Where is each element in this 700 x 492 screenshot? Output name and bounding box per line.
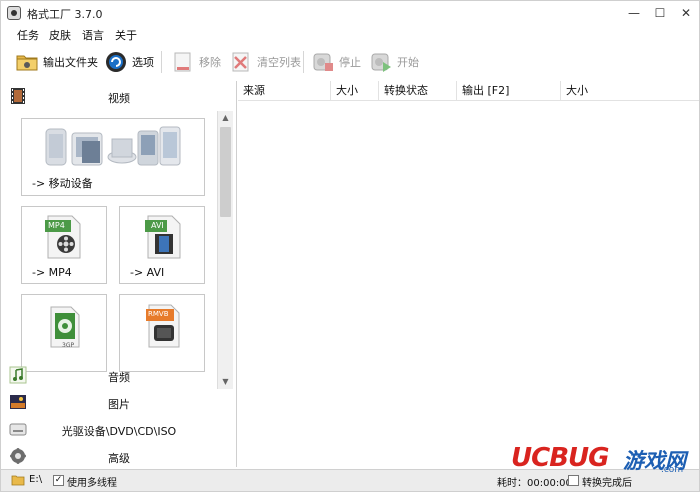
stop-button[interactable]: 停止 xyxy=(311,48,361,76)
category-audio[interactable]: 音频 xyxy=(1,362,237,388)
remove-icon xyxy=(174,52,191,72)
window-title: 格式工厂 3.7.0 xyxy=(27,8,103,21)
tile-mp4[interactable]: MP4 -> MP4 xyxy=(21,206,107,284)
folder-icon[interactable] xyxy=(11,473,25,487)
tile-3gp[interactable]: 3GP xyxy=(21,294,107,372)
category-picture-label: 图片 xyxy=(108,398,130,411)
close-button[interactable]: ✕ xyxy=(675,4,697,22)
category-video-label: 视频 xyxy=(108,92,130,105)
scroll-up-icon[interactable]: ▲ xyxy=(218,111,233,125)
rmvb-badge: RMVB xyxy=(148,310,169,318)
column-output-size[interactable]: 大小 xyxy=(561,81,699,101)
clear-list-icon xyxy=(232,52,249,72)
3gp-badge: 3GP xyxy=(62,342,75,349)
format-panel: 视频 -> 移动设备 MP4 -> MP4 AVI -> AVI 3GP RMV… xyxy=(1,81,237,467)
menu-tasks[interactable]: 任务 xyxy=(17,27,39,43)
toolbar-separator xyxy=(303,51,304,73)
toolbar: 输出文件夹 选项 移除 清空列表 停止 开始 xyxy=(1,45,699,79)
start-icon xyxy=(371,53,391,72)
start-label: 开始 xyxy=(397,56,419,69)
category-advanced[interactable]: 高级 xyxy=(1,443,237,469)
tile-mobile-device[interactable]: -> 移动设备 xyxy=(21,118,205,196)
category-advanced-label: 高级 xyxy=(108,452,130,465)
title-bar: 格式工厂 3.7.0 — ☐ ✕ xyxy=(1,1,699,25)
options-button[interactable]: 选项 xyxy=(104,48,154,76)
mp4-badge: MP4 xyxy=(48,221,65,230)
column-size[interactable]: 大小 xyxy=(331,81,379,101)
output-folder-label: 输出文件夹 xyxy=(43,56,98,69)
multithread-label: 使用多线程 xyxy=(67,478,117,489)
output-folder-button[interactable]: 输出文件夹 xyxy=(15,48,98,76)
toolbar-separator xyxy=(161,51,162,73)
mobile-devices-icon xyxy=(45,126,181,166)
clear-list-label: 清空列表 xyxy=(257,56,301,69)
tile-avi[interactable]: AVI -> AVI xyxy=(119,206,205,284)
options-icon xyxy=(106,52,126,72)
watermark-site: .com xyxy=(661,465,684,475)
category-audio-label: 音频 xyxy=(108,371,130,384)
menu-language[interactable]: 语言 xyxy=(82,27,104,43)
multithread-checkbox[interactable]: ✓ xyxy=(53,475,64,486)
category-disc[interactable]: 光驱设备\DVD\CD\ISO xyxy=(1,416,237,442)
avi-badge: AVI xyxy=(151,221,164,230)
category-picture[interactable]: 图片 xyxy=(1,389,237,415)
maximize-button[interactable]: ☐ xyxy=(649,4,671,22)
menu-about[interactable]: 关于 xyxy=(115,27,137,43)
category-disc-label: 光驱设备\DVD\CD\ISO xyxy=(61,425,177,438)
watermark-logo: UCBUG 游戏网 .com xyxy=(511,441,696,477)
folder-icon xyxy=(16,55,38,71)
column-output[interactable]: 输出 [F2] xyxy=(457,81,561,101)
stop-label: 停止 xyxy=(339,56,361,69)
app-window: 格式工厂 3.7.0 — ☐ ✕ 任务 皮肤 语言 关于 输出文件夹 选项 移除… xyxy=(0,0,700,492)
options-label: 选项 xyxy=(132,56,154,69)
task-table: 来源 大小 转换状态 输出 [F2] 大小 xyxy=(238,81,699,467)
remove-label: 移除 xyxy=(199,56,221,69)
tile-avi-label: -> AVI xyxy=(130,266,165,279)
watermark-brand: UCBUG xyxy=(511,443,609,473)
clear-list-button[interactable]: 清空列表 xyxy=(229,48,301,76)
tile-mp4-label: -> MP4 xyxy=(32,266,72,279)
tile-rmvb[interactable]: RMVB xyxy=(119,294,205,372)
format-scrollbar[interactable]: ▲ ▼ xyxy=(217,111,233,389)
column-status[interactable]: 转换状态 xyxy=(379,81,457,101)
table-header: 来源 大小 转换状态 输出 [F2] 大小 xyxy=(238,81,699,101)
minimize-button[interactable]: — xyxy=(623,4,645,22)
output-drive: E:\ xyxy=(29,474,43,485)
avi-file-icon xyxy=(145,215,181,259)
remove-button[interactable]: 移除 xyxy=(171,48,221,76)
stop-icon xyxy=(313,53,333,71)
tile-mobile-label: -> 移动设备 xyxy=(32,177,93,190)
start-button[interactable]: 开始 xyxy=(369,48,419,76)
menu-bar: 任务 皮肤 语言 关于 xyxy=(1,25,699,43)
category-video[interactable]: 视频 xyxy=(1,83,237,109)
scroll-thumb[interactable] xyxy=(220,127,231,217)
app-icon xyxy=(7,6,21,20)
format-tiles: -> 移动设备 MP4 -> MP4 AVI -> AVI 3GP RMVB xyxy=(5,111,235,389)
menu-skin[interactable]: 皮肤 xyxy=(49,27,71,43)
column-source[interactable]: 来源 xyxy=(238,81,331,101)
